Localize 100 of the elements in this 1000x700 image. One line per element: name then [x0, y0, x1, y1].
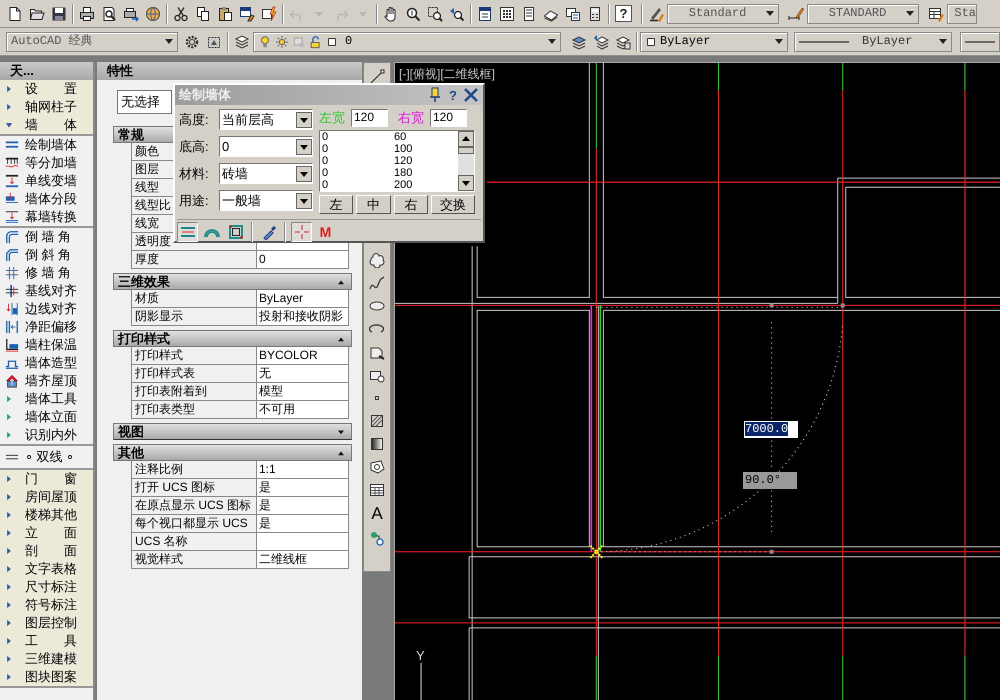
list-item[interactable]: 0 200: [322, 179, 458, 191]
line-icon[interactable]: [369, 69, 385, 85]
property-value[interactable]: ByLayer: [257, 290, 349, 308]
zoom-previous-icon[interactable]: [449, 6, 465, 22]
gradient-icon[interactable]: [369, 436, 385, 452]
dropdown-field[interactable]: 一般墙: [219, 190, 313, 211]
property-value[interactable]: 无: [257, 365, 349, 383]
straight-wall-icon[interactable]: [177, 222, 198, 242]
category-item[interactable]: 楼梯其他: [0, 506, 93, 524]
save-icon[interactable]: [51, 6, 67, 22]
layer-states-icon[interactable]: [615, 34, 631, 50]
properties-icon[interactable]: [477, 6, 493, 22]
grip-marker[interactable]: [840, 303, 845, 308]
list-item[interactable]: 0 120: [322, 155, 458, 167]
category-item[interactable]: 轴网柱子: [0, 98, 93, 116]
command-item[interactable]: 墙体分段: [0, 190, 93, 208]
layer-stack-icon[interactable]: [571, 34, 587, 50]
paintbrush-icon[interactable]: [239, 6, 255, 22]
help-button[interactable]: ?: [449, 88, 457, 102]
crosshair-icon[interactable]: [291, 222, 312, 242]
command-item[interactable]: 墙齐屋顶: [0, 372, 93, 390]
length-input[interactable]: 7000.0: [744, 421, 798, 438]
publish-icon[interactable]: [123, 6, 139, 22]
print-preview-icon[interactable]: [101, 6, 117, 22]
add-selected-icon[interactable]: [369, 530, 385, 546]
command-item[interactable]: 等分加墙: [0, 154, 93, 172]
command-item[interactable]: 倒 墙 角: [0, 228, 93, 246]
align-button[interactable]: 中: [356, 195, 391, 214]
command-item[interactable]: 基线对齐: [0, 282, 93, 300]
style-dropdown[interactable]: Standard: [667, 4, 779, 24]
globe-icon[interactable]: [145, 6, 161, 22]
section-header[interactable]: 其他: [113, 444, 352, 461]
copy-icon[interactable]: [195, 6, 211, 22]
spline-icon[interactable]: [369, 275, 385, 291]
command-item[interactable]: 绘制墙体: [0, 136, 93, 154]
property-value[interactable]: [257, 533, 349, 551]
section-header[interactable]: 三维效果: [113, 273, 352, 290]
category-item[interactable]: 三维建模: [0, 650, 93, 668]
category-item[interactable]: 房间屋顶: [0, 488, 93, 506]
lightning-icon[interactable]: [261, 6, 277, 22]
command-item[interactable]: 修 墙 角: [0, 264, 93, 282]
list-item[interactable]: 0 100: [322, 143, 458, 155]
align-button[interactable]: 右: [394, 195, 428, 214]
dimension-pen-icon[interactable]: [788, 6, 804, 22]
gear-icon[interactable]: [184, 34, 200, 50]
category-item[interactable]: 墙 体: [0, 116, 93, 134]
input-field[interactable]: 120: [351, 109, 388, 127]
align-button[interactable]: 左: [319, 195, 354, 214]
property-value[interactable]: BYCOLOR: [257, 347, 349, 365]
zoom-window-icon[interactable]: [427, 6, 443, 22]
help-button[interactable]: ?: [615, 5, 632, 22]
command-item[interactable]: 墙柱保温: [0, 336, 93, 354]
pen-icon[interactable]: [648, 6, 664, 22]
clipboard-icon[interactable]: [217, 6, 233, 22]
category-item[interactable]: 立 面: [0, 524, 93, 542]
double-line-toggle[interactable]: ∘ 双线 ∘: [0, 446, 93, 468]
workspace-dropdown[interactable]: AutoCAD 经典: [6, 32, 178, 52]
dropdown-field[interactable]: 0: [219, 136, 313, 157]
color-dropdown[interactable]: ByLayer: [640, 32, 788, 52]
selection-dropdown[interactable]: 无选择: [117, 90, 172, 114]
viewport-label[interactable]: [-][俯视][二维线框]: [399, 67, 495, 82]
scissors-icon[interactable]: [173, 6, 189, 22]
grip-marker[interactable]: [770, 550, 774, 554]
category-item[interactable]: 门 窗: [0, 470, 93, 488]
command-item[interactable]: 边线对齐: [0, 300, 93, 318]
category-item[interactable]: 符号标注: [0, 596, 93, 614]
property-value[interactable]: 0: [257, 251, 349, 269]
list-item[interactable]: 0 180: [322, 167, 458, 179]
property-value[interactable]: 投射和接收阴影: [257, 308, 349, 326]
category-item[interactable]: 图块图案: [0, 668, 93, 686]
table-style-icon[interactable]: [928, 6, 944, 22]
dropdown-field[interactable]: 当前层高: [219, 109, 313, 130]
grip-marker[interactable]: [770, 303, 774, 308]
section-header[interactable]: 打印样式: [113, 330, 352, 347]
printer-icon[interactable]: [79, 6, 95, 22]
hatch-icon[interactable]: [369, 413, 385, 429]
angle-input[interactable]: 90.0°: [743, 472, 797, 489]
category-item[interactable]: 剖 面: [0, 542, 93, 560]
calculator-icon[interactable]: [587, 6, 603, 22]
dropdown-field[interactable]: 砖墙: [219, 163, 313, 184]
submenu-item[interactable]: 墙体工具: [0, 390, 93, 408]
submenu-item[interactable]: 识别内外: [0, 426, 93, 444]
category-item[interactable]: 尺寸标注: [0, 578, 93, 596]
category-item[interactable]: 图层控制: [0, 614, 93, 632]
submenu-item[interactable]: 墙体立面: [0, 408, 93, 426]
list-item[interactable]: 0 60: [322, 131, 458, 143]
property-value[interactable]: 模型: [257, 383, 349, 401]
command-item[interactable]: 单线变墙: [0, 172, 93, 190]
text-tool-button[interactable]: A: [369, 505, 385, 523]
close-icon[interactable]: [463, 87, 479, 103]
region-icon[interactable]: [369, 459, 385, 475]
cloud-icon[interactable]: [369, 252, 385, 268]
scrollbar[interactable]: [458, 131, 474, 191]
markup-icon[interactable]: [565, 6, 581, 22]
command-item[interactable]: 墙体造型: [0, 354, 93, 372]
style-dropdown[interactable]: Sta: [947, 4, 977, 24]
grid-icon[interactable]: [499, 6, 515, 22]
property-value[interactable]: 是: [257, 497, 349, 515]
category-item[interactable]: 文字表格: [0, 560, 93, 578]
layer-dropdown[interactable]: 0: [253, 32, 561, 52]
